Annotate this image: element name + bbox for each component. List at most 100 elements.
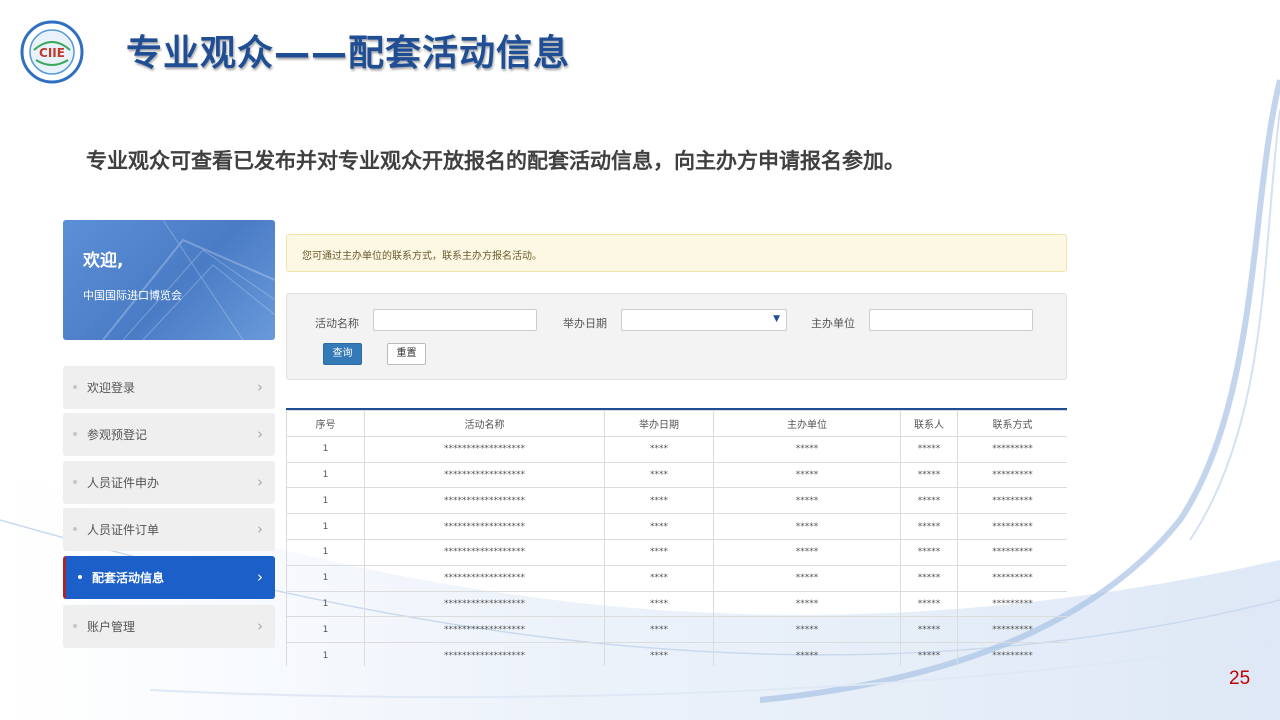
cell-date: ****: [604, 616, 714, 644]
column-header-contact-info: 联系方式: [957, 410, 1067, 437]
cell-contact-info: *********: [957, 642, 1067, 666]
welcome-org: 中国国际进口博览会: [83, 289, 182, 302]
cell-organizer: *****: [713, 616, 901, 644]
table-row[interactable]: 1 ****************** **** ***** ***** *******…: [286, 616, 1067, 644]
chevron-right-icon: ›: [257, 378, 263, 396]
chevron-right-icon: ›: [257, 617, 263, 635]
table-row[interactable]: 1 ****************** **** ***** ***** *******…: [286, 642, 1067, 666]
cell-index: 1: [286, 487, 365, 515]
sidebar-item-side-events[interactable]: 配套活动信息 ›: [63, 556, 275, 599]
bullet-icon: [73, 432, 77, 436]
page-title: 专业观众——配套活动信息: [126, 33, 571, 74]
logo-text: CIIE: [39, 46, 65, 60]
cell-organizer: *****: [713, 461, 901, 489]
column-header-contact-person: 联系人: [900, 410, 958, 437]
cell-date: ****: [604, 538, 714, 566]
column-header-organizer: 主办单位: [713, 410, 901, 437]
cell-contact-person: *****: [900, 590, 958, 618]
cell-organizer: *****: [713, 513, 901, 540]
date-label: 举办日期: [563, 317, 607, 330]
cell-contact-info: *********: [957, 461, 1067, 489]
sidebar-item-label: 账户管理: [87, 620, 136, 634]
table-row[interactable]: 1 ****************** **** ***** ***** *******…: [286, 435, 1067, 463]
cell-contact-person: *****: [900, 642, 958, 666]
sidebar-item-label: 人员证件订单: [87, 523, 160, 537]
table-row[interactable]: 1 ****************** **** ***** ***** *******…: [286, 590, 1067, 618]
welcome-title: 欢迎,: [83, 251, 124, 271]
cell-organizer: *****: [713, 487, 901, 515]
bullet-icon: [73, 480, 77, 484]
organizer-label: 主办单位: [811, 317, 855, 330]
cell-index: 1: [286, 564, 365, 592]
date-select[interactable]: ▼: [621, 309, 787, 331]
bullet-icon: [73, 527, 77, 531]
sidebar-item-badge-application[interactable]: 人员证件申办 ›: [63, 461, 275, 504]
page-number: 25: [1229, 668, 1251, 689]
cell-index: 1: [286, 616, 365, 644]
cell-index: 1: [286, 513, 365, 540]
reset-button[interactable]: 重置: [387, 343, 426, 365]
welcome-texture: [102, 220, 275, 340]
column-header-activity-name: 活动名称: [364, 410, 605, 437]
organizer-input[interactable]: [869, 309, 1033, 331]
cell-activity-name: ******************: [364, 538, 605, 566]
sidebar-item-label: 欢迎登录: [87, 381, 136, 395]
cell-contact-person: *****: [900, 487, 958, 515]
cell-activity-name: ******************: [364, 435, 605, 463]
cell-contact-person: *****: [900, 616, 958, 644]
cell-activity-name: ******************: [364, 461, 605, 489]
column-header-index: 序号: [286, 410, 365, 437]
query-button[interactable]: 查询: [323, 343, 362, 365]
ciie-logo: CIIE: [20, 20, 84, 84]
chevron-right-icon: ›: [257, 520, 263, 538]
table-row[interactable]: 1 ****************** **** ***** ***** *******…: [286, 513, 1067, 540]
table-row[interactable]: 1 ****************** **** ***** ***** *******…: [286, 487, 1067, 515]
cell-activity-name: ******************: [364, 590, 605, 618]
welcome-panel: 欢迎, 中国国际进口博览会: [63, 220, 275, 340]
cell-activity-name: ******************: [364, 616, 605, 644]
column-header-date: 举办日期: [604, 410, 714, 437]
activity-name-input[interactable]: [373, 309, 537, 331]
cell-date: ****: [604, 435, 714, 463]
sidebar-item-account-management[interactable]: 账户管理 ›: [63, 605, 275, 648]
cell-index: 1: [286, 435, 365, 463]
sidebar-item-welcome-login[interactable]: 欢迎登录 ›: [63, 366, 275, 409]
cell-contact-person: *****: [900, 538, 958, 566]
activity-name-label: 活动名称: [315, 317, 359, 330]
cell-contact-person: *****: [900, 564, 958, 592]
cell-organizer: *****: [713, 435, 901, 463]
table-row[interactable]: 1 ****************** **** ***** ***** *******…: [286, 461, 1067, 489]
chevron-right-icon: ›: [257, 425, 263, 443]
table-row[interactable]: 1 ****************** **** ***** ***** *******…: [286, 538, 1067, 566]
chevron-right-icon: ›: [257, 473, 263, 491]
events-table-container: 序号 活动名称 举办日期 主办单位 联系人 联系方式 1 ************…: [286, 408, 1067, 666]
cell-activity-name: ******************: [364, 487, 605, 515]
cell-activity-name: ******************: [364, 564, 605, 592]
cell-organizer: *****: [713, 564, 901, 592]
table-row[interactable]: 1 ****************** **** ***** ***** *******…: [286, 564, 1067, 592]
cell-contact-info: *********: [957, 435, 1067, 463]
sidebar-item-badge-orders[interactable]: 人员证件订单 ›: [63, 508, 275, 551]
events-table: 序号 活动名称 举办日期 主办单位 联系人 联系方式 1 ************…: [286, 410, 1067, 666]
cell-date: ****: [604, 642, 714, 666]
cell-date: ****: [604, 513, 714, 540]
sidebar-item-label: 参观预登记: [87, 428, 148, 442]
cell-organizer: *****: [713, 642, 901, 666]
bullet-icon: [73, 624, 77, 628]
cell-contact-person: *****: [900, 435, 958, 463]
cell-activity-name: ******************: [364, 642, 605, 666]
cell-date: ****: [604, 461, 714, 489]
chevron-right-icon: ›: [257, 568, 263, 586]
cell-date: ****: [604, 590, 714, 618]
cell-contact-info: *********: [957, 616, 1067, 644]
sidebar-item-pre-registration[interactable]: 参观预登记 ›: [63, 413, 275, 456]
cell-contact-person: *****: [900, 461, 958, 489]
info-notice: 您可通过主办单位的联系方式，联系主办方报名活动。: [286, 234, 1067, 272]
sidebar-item-label: 人员证件申办: [87, 476, 160, 490]
cell-contact-info: *********: [957, 564, 1067, 592]
cell-index: 1: [286, 590, 365, 618]
cell-date: ****: [604, 487, 714, 515]
caret-down-icon: ▼: [773, 314, 780, 324]
cell-organizer: *****: [713, 590, 901, 618]
table-header-row: 序号 活动名称 举办日期 主办单位 联系人 联系方式: [286, 410, 1067, 437]
